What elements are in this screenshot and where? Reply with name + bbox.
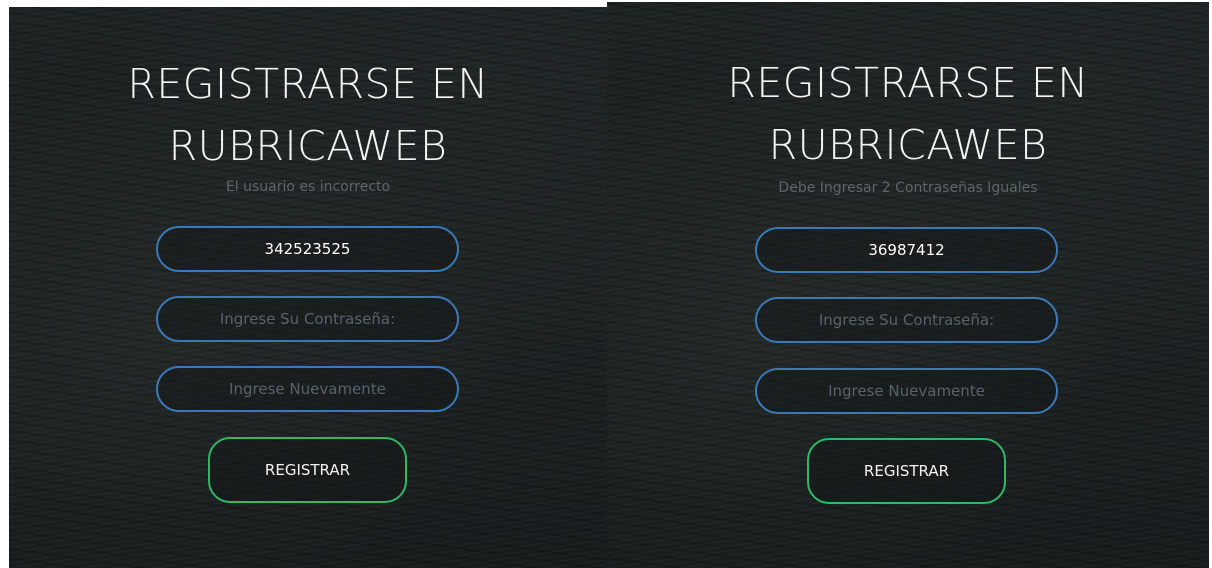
error-message: Debe Ingresar 2 Contraseñas Iguales	[778, 180, 1038, 196]
error-message: El usuario es incorrecto	[225, 179, 391, 195]
username-input[interactable]	[156, 226, 459, 272]
confirm-password-input[interactable]	[156, 366, 459, 412]
password-input[interactable]	[156, 296, 459, 342]
username-input[interactable]	[755, 227, 1058, 273]
page-title: REGISTRARSE EN RUBRICAWEB	[9, 53, 607, 177]
password-input[interactable]	[755, 297, 1058, 343]
register-button[interactable]: REGISTRAR	[208, 437, 407, 503]
screenshot-stage: REGISTRARSE EN RUBRICAWEB El usuario es …	[0, 0, 1212, 568]
title-line-2: RUBRICAWEB	[168, 122, 448, 170]
register-button[interactable]: REGISTRAR	[807, 438, 1006, 504]
register-panel-left: REGISTRARSE EN RUBRICAWEB El usuario es …	[9, 7, 607, 568]
register-panel-right: REGISTRARSE EN RUBRICAWEB Debe Ingresar …	[607, 2, 1209, 568]
title-line-1: REGISTRARSE EN	[727, 59, 1089, 107]
title-line-1: REGISTRARSE EN	[127, 60, 489, 108]
page-title: REGISTRARSE EN RUBRICAWEB	[607, 52, 1209, 176]
confirm-password-input[interactable]	[755, 368, 1058, 414]
title-line-2: RUBRICAWEB	[768, 121, 1048, 169]
